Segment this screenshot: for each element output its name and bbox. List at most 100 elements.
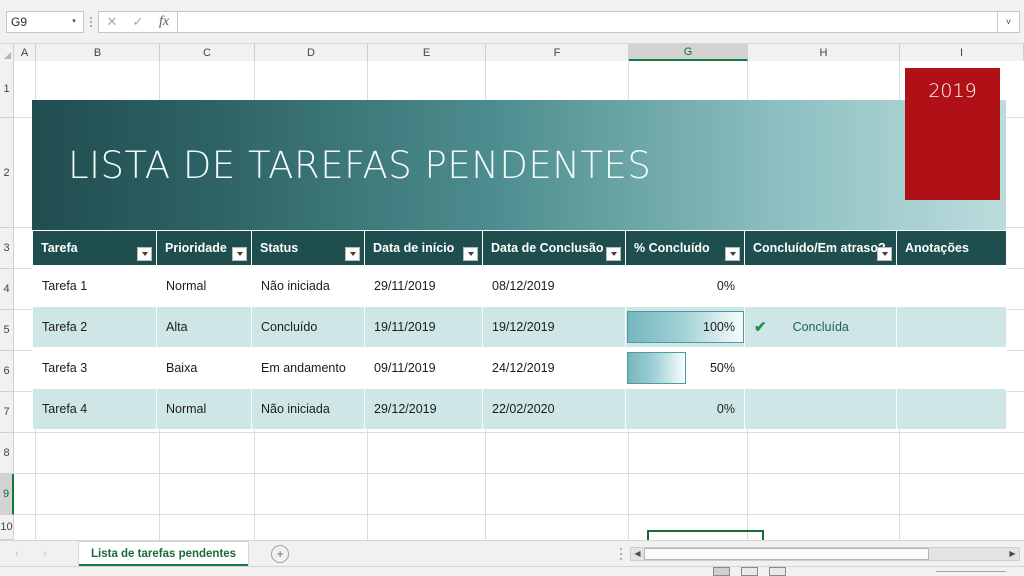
column-header-g[interactable]: G [629, 44, 748, 61]
expand-formula-bar-icon[interactable]: ˅ [998, 10, 1020, 33]
row-header-3[interactable]: 3 [0, 228, 14, 269]
cell-concluido[interactable]: ✔ Concluída [744, 306, 897, 348]
next-sheet-icon[interactable]: › [36, 544, 54, 564]
cell-status[interactable]: Em andamento [251, 347, 365, 389]
active-cell-g9[interactable] [647, 530, 764, 540]
column-header-d[interactable]: D [255, 44, 368, 61]
page-layout-view-icon[interactable] [741, 567, 758, 576]
row-header-1[interactable]: 1 [0, 61, 14, 118]
pct-label: 100% [703, 320, 735, 334]
cell-status[interactable]: Não iniciada [251, 388, 365, 430]
filter-dropdown-icon[interactable] [877, 247, 892, 261]
column-header-c[interactable]: C [160, 44, 255, 61]
cell-concluido[interactable] [744, 388, 897, 430]
column-header-f[interactable]: F [486, 44, 629, 61]
sheet-tab-lista-de-tarefas-pendentes[interactable]: Lista de tarefas pendentes [78, 541, 250, 566]
zoom-slider[interactable] [936, 567, 1006, 576]
cell-concluido[interactable] [744, 347, 897, 389]
normal-view-icon[interactable] [713, 567, 730, 576]
cell-tarefa[interactable]: Tarefa 3 [32, 347, 157, 389]
row-header-6[interactable]: 6 [0, 351, 14, 392]
cell-tarefa[interactable]: Tarefa 4 [32, 388, 157, 430]
column-header-b[interactable]: B [36, 44, 160, 61]
cell-prioridade[interactable]: Normal [156, 265, 252, 307]
cell-status[interactable]: Concluído [251, 306, 365, 348]
title-banner: LISTA DE TAREFAS PENDENTES [32, 100, 1006, 230]
column-header-a[interactable]: A [14, 44, 36, 61]
cell-anotacoes[interactable] [896, 388, 1007, 430]
filter-dropdown-icon[interactable] [725, 247, 740, 261]
horizontal-scrollbar[interactable]: ◀ ▶ [630, 546, 1020, 561]
cell-pct-concluido[interactable]: 0% [625, 388, 745, 430]
cell-anotacoes[interactable] [896, 306, 1007, 348]
row-header-5[interactable]: 5 [0, 310, 14, 351]
chevron-down-icon[interactable]: ▾ [69, 18, 79, 25]
filter-dropdown-icon[interactable] [345, 247, 360, 261]
spreadsheet-grid[interactable]: LISTA DE TAREFAS PENDENTES 2019 Tarefa P… [14, 61, 1024, 540]
filter-dropdown-icon[interactable] [137, 247, 152, 261]
cell-prioridade[interactable]: Alta [156, 306, 252, 348]
page-break-view-icon[interactable] [769, 567, 786, 576]
filter-dropdown-icon[interactable] [606, 247, 621, 261]
table-row[interactable]: Tarefa 2 Alta Concluído 19/11/2019 19/12… [32, 306, 1007, 348]
column-header-anotacoes[interactable]: Anotações [896, 230, 1007, 266]
status-bar [0, 566, 1024, 576]
formula-bar-grip[interactable] [84, 11, 98, 33]
row-header-10[interactable]: 10 [0, 515, 14, 540]
scrollbar-thumb[interactable] [644, 547, 929, 560]
select-all-corner[interactable] [0, 44, 14, 61]
cell-pct-concluido[interactable]: 0% [625, 265, 745, 307]
cell-data-conclusao[interactable]: 24/12/2019 [482, 347, 626, 389]
cell-data-conclusao[interactable]: 08/12/2019 [482, 265, 626, 307]
column-header-tarefa[interactable]: Tarefa [32, 230, 157, 266]
filter-dropdown-icon[interactable] [463, 247, 478, 261]
column-header-h[interactable]: H [748, 44, 900, 61]
column-header-data-inicio[interactable]: Data de início [364, 230, 483, 266]
table-row[interactable]: Tarefa 3 Baixa Em andamento 09/11/2019 2… [32, 347, 1007, 389]
data-bar [627, 352, 686, 384]
cell-anotacoes[interactable] [896, 265, 1007, 307]
cell-data-inicio[interactable]: 29/12/2019 [364, 388, 483, 430]
cell-concluido[interactable] [744, 265, 897, 307]
cancel-icon[interactable]: ✕ [99, 12, 125, 32]
formula-input[interactable] [177, 10, 998, 33]
header-label: Anotações [905, 241, 969, 255]
column-header-e[interactable]: E [368, 44, 486, 61]
row-header-4[interactable]: 4 [0, 269, 14, 310]
table-row[interactable]: Tarefa 4 Normal Não iniciada 29/12/2019 … [32, 388, 1007, 430]
cell-pct-concluido[interactable]: 100% [625, 306, 745, 348]
column-header-pct-concluido[interactable]: % Concluído [625, 230, 745, 266]
cell-data-conclusao[interactable]: 22/02/2020 [482, 388, 626, 430]
cell-prioridade[interactable]: Normal [156, 388, 252, 430]
cell-data-inicio[interactable]: 19/11/2019 [364, 306, 483, 348]
cell-pct-concluido[interactable]: 50% [625, 347, 745, 389]
cell-prioridade[interactable]: Baixa [156, 347, 252, 389]
cell-tarefa[interactable]: Tarefa 2 [32, 306, 157, 348]
column-header-status[interactable]: Status [251, 230, 365, 266]
view-mode-buttons [713, 567, 786, 576]
confirm-icon[interactable]: ✓ [125, 12, 151, 32]
table-row[interactable]: Tarefa 1 Normal Não iniciada 29/11/2019 … [32, 265, 1007, 307]
row-header-2[interactable]: 2 [0, 118, 14, 228]
cell-data-inicio[interactable]: 29/11/2019 [364, 265, 483, 307]
scrollbar-grip[interactable] [612, 543, 630, 565]
row-header-8[interactable]: 8 [0, 433, 14, 474]
previous-sheet-icon[interactable]: ‹ [8, 544, 26, 564]
insert-function-icon[interactable]: fx [151, 12, 177, 32]
add-sheet-icon[interactable]: + [271, 544, 290, 563]
name-box[interactable]: G9 ▾ [6, 10, 84, 33]
column-header-data-conclusao[interactable]: Data de Conclusão [482, 230, 626, 266]
row-header-9[interactable]: 9 [0, 474, 14, 515]
column-header-prioridade[interactable]: Prioridade [156, 230, 252, 266]
cell-data-inicio[interactable]: 09/11/2019 [364, 347, 483, 389]
cell-tarefa[interactable]: Tarefa 1 [32, 265, 157, 307]
scroll-right-icon[interactable]: ▶ [1006, 548, 1019, 560]
column-header-i[interactable]: I [900, 44, 1024, 61]
cell-anotacoes[interactable] [896, 347, 1007, 389]
column-header-concluido-em-atraso[interactable]: Concluído/Em atraso? [744, 230, 897, 266]
scroll-left-icon[interactable]: ◀ [631, 548, 644, 560]
cell-status[interactable]: Não iniciada [251, 265, 365, 307]
filter-dropdown-icon[interactable] [232, 247, 247, 261]
cell-data-conclusao[interactable]: 19/12/2019 [482, 306, 626, 348]
row-header-7[interactable]: 7 [0, 392, 14, 433]
